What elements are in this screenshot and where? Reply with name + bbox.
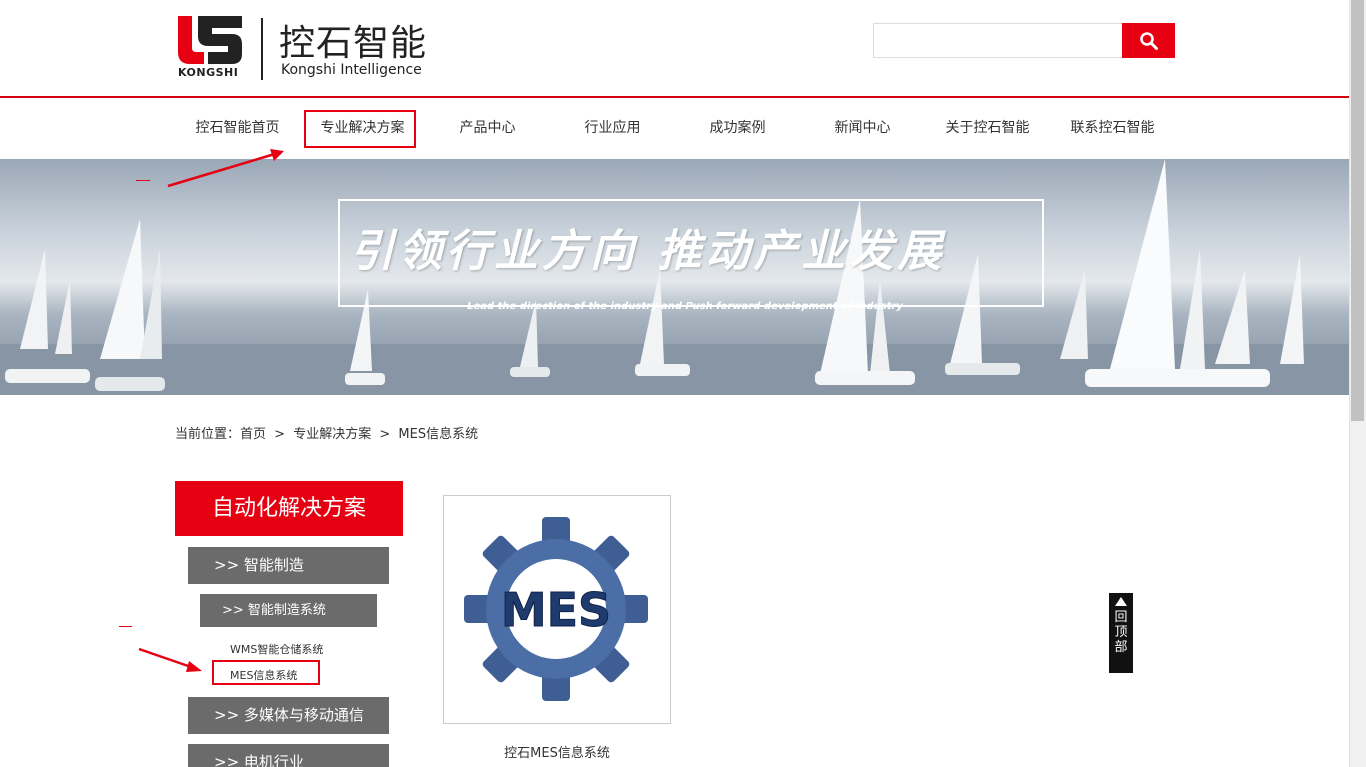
sidebar-category-multimedia[interactable]: >> 多媒体与移动通信: [188, 697, 389, 734]
search-icon: [1139, 31, 1158, 50]
back-to-top-button[interactable]: 回顶部: [1109, 593, 1133, 673]
nav-highlight-box: [304, 110, 416, 148]
sidebar-link-wms[interactable]: WMS智能仓储系统: [230, 641, 323, 657]
logo-mark-icon: [178, 16, 242, 64]
annotation-arrow-icon: [138, 647, 202, 672]
sidebar-category-motor[interactable]: >> 电机行业: [188, 744, 389, 767]
arrow-up-icon: [1115, 597, 1127, 606]
search-input[interactable]: [873, 23, 1123, 58]
site-logo[interactable]: KONGSHI 控石智能 Kongshi Intelligence: [176, 14, 436, 82]
logo-english-name: Kongshi Intelligence: [281, 62, 422, 78]
annotation-dash: [119, 626, 132, 627]
breadcrumb-home[interactable]: 首页: [240, 427, 266, 442]
nav-item-news[interactable]: 新闻中心: [805, 98, 920, 159]
breadcrumb-separator: >: [274, 427, 286, 442]
nav-item-contact[interactable]: 联系控石智能: [1055, 98, 1170, 159]
mes-gear-icon: MES: [464, 517, 648, 701]
banner-title: 引领行业方向 推动产业发展: [350, 226, 946, 277]
product-card-mes[interactable]: MES: [443, 495, 671, 724]
svg-text:MES: MES: [501, 583, 611, 637]
nav-item-industry[interactable]: 行业应用: [555, 98, 670, 159]
product-caption[interactable]: 控石MES信息系统: [443, 742, 671, 761]
breadcrumb-solutions[interactable]: 专业解决方案: [293, 427, 371, 442]
scrollbar-thumb[interactable]: [1351, 0, 1364, 421]
sidebar-category-smart-manufacturing[interactable]: >> 智能制造: [188, 547, 389, 584]
breadcrumb-prefix: 当前位置：: [175, 427, 241, 442]
breadcrumb: 当前位置：首页 > 专业解决方案 > MES信息系统: [175, 423, 482, 442]
breadcrumb-current: MES信息系统: [398, 427, 479, 442]
banner-subtitle: Lead the direction of the industry and P…: [467, 301, 903, 312]
back-to-top-label: 回顶部: [1114, 610, 1128, 655]
breadcrumb-separator: >: [379, 427, 391, 442]
nav-item-products[interactable]: 产品中心: [430, 98, 545, 159]
site-header: KONGSHI 控石智能 Kongshi Intelligence: [0, 0, 1349, 96]
annotation-dash: [136, 180, 150, 181]
sidebar-highlight-box: [212, 660, 320, 685]
annotation-arrow-icon: [167, 149, 284, 188]
sidebar-title: 自动化解决方案: [175, 481, 403, 536]
sidebar-subcategory-smart-manufacturing-system[interactable]: >> 智能制造系统: [200, 594, 377, 627]
nav-item-about[interactable]: 关于控石智能: [930, 98, 1045, 159]
search-button[interactable]: [1122, 23, 1175, 58]
logo-small-text: KONGSHI: [178, 66, 239, 79]
logo-divider: [261, 18, 263, 80]
nav-item-cases[interactable]: 成功案例: [680, 98, 795, 159]
logo-chinese-name: 控石智能: [279, 23, 428, 64]
